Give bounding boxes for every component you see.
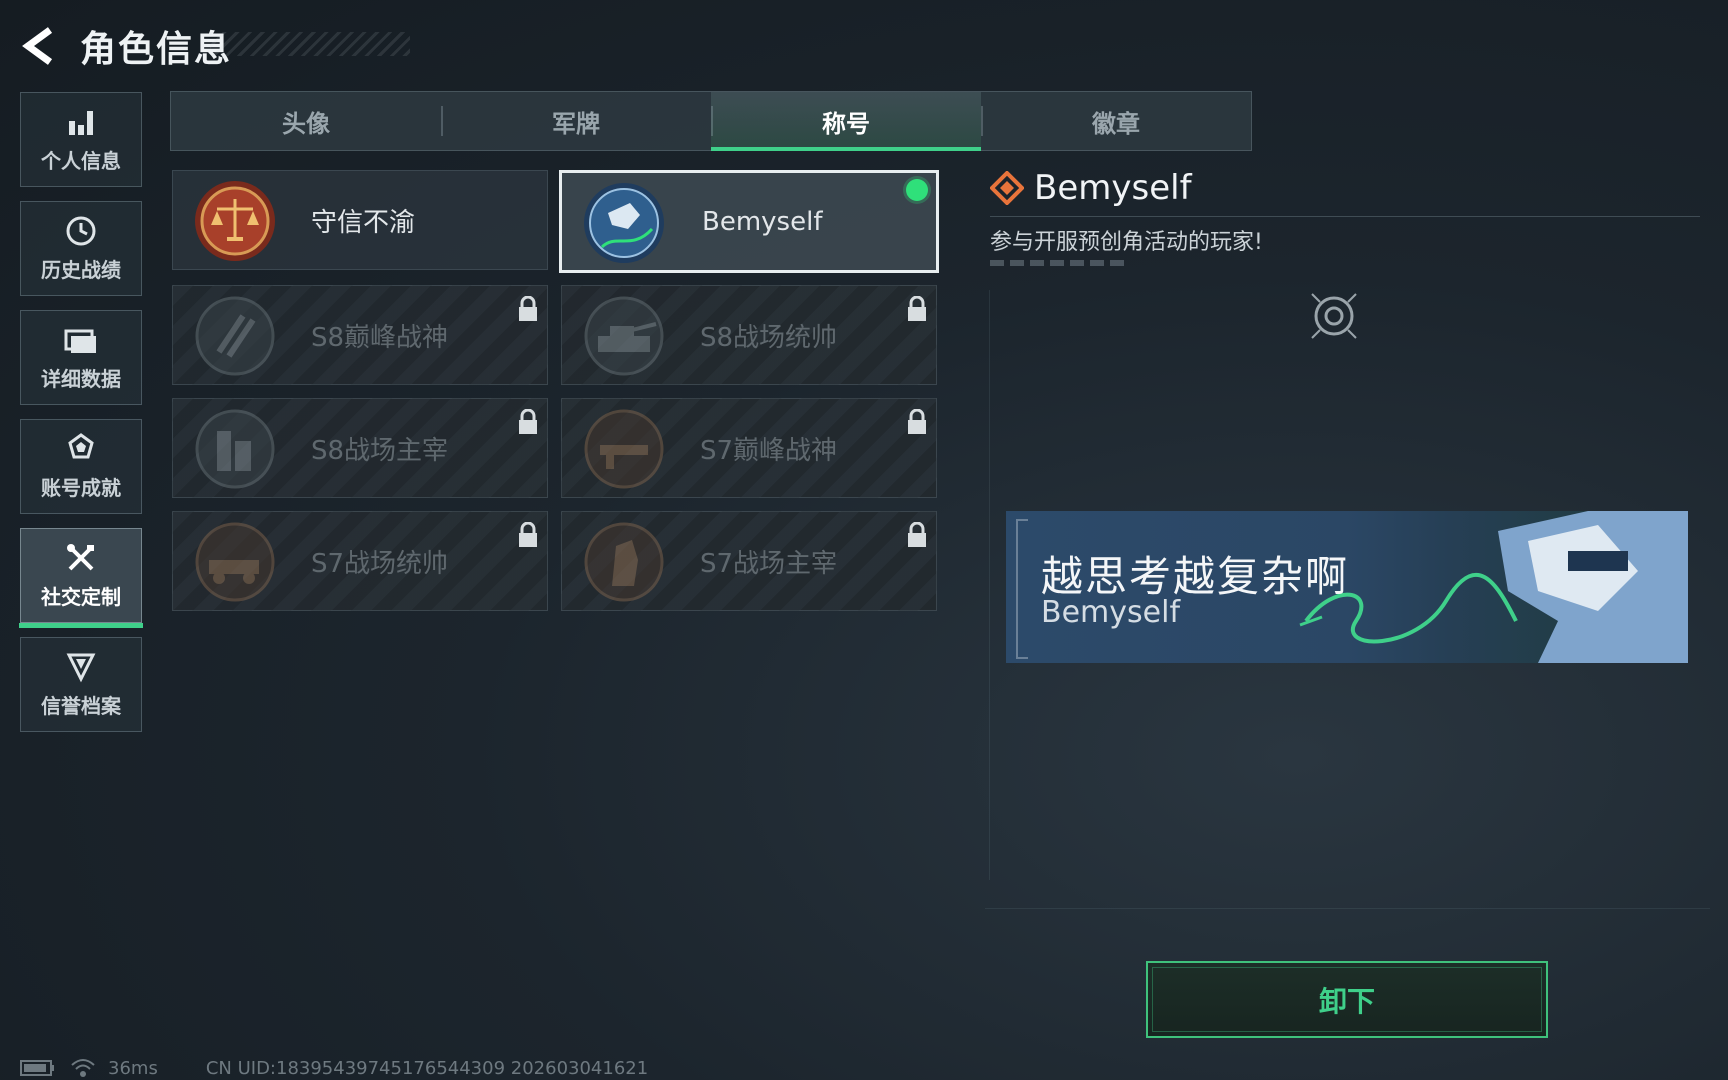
tab-badge[interactable]: 徽章 — [981, 92, 1251, 150]
title-card-locked[interactable]: S8战场统帅 — [561, 285, 937, 385]
lock-icon — [908, 409, 926, 434]
detail-description: 参与开服预创角活动的玩家! — [990, 230, 1263, 255]
title-card-locked[interactable]: S7巅峰战神 — [561, 398, 937, 498]
sidebar: 个人信息 历史战绩 详细数据 账号成就 社交定制 信誉档案 — [19, 92, 144, 746]
sidebar-item-profile[interactable]: 个人信息 — [20, 92, 142, 187]
tab-bar: 头像 军牌 称号 徽章 — [170, 91, 1252, 151]
unequip-button[interactable]: 卸下 — [1146, 961, 1548, 1038]
title-card-locked[interactable]: S8巅峰战神 — [172, 285, 548, 385]
title-card-locked[interactable]: S7战场统帅 — [172, 511, 548, 611]
sidebar-item-label: 信誉档案 — [41, 694, 121, 718]
sidebar-item-history[interactable]: 历史战绩 — [20, 201, 142, 296]
tab-dog-tag[interactable]: 军牌 — [441, 92, 711, 150]
back-arrow-icon[interactable] — [18, 24, 58, 68]
uid-text: CN UID:183954397451765443​09 20260304162… — [205, 1057, 649, 1079]
tab-avatar[interactable]: 头像 — [171, 92, 441, 150]
equipped-indicator — [906, 179, 928, 201]
detail-name: Bemyself — [1034, 168, 1192, 208]
sidebar-item-label: 个人信息 — [41, 149, 121, 173]
title-banner-preview: 越思考越复杂啊 Bemyself — [1006, 511, 1688, 663]
sidebar-item-label: 详细数据 — [41, 367, 121, 391]
target-icon — [1311, 293, 1357, 339]
title-card-label: S7巅峰战神 — [700, 435, 838, 466]
title-card-label: 守信不渝 — [311, 207, 416, 238]
sidebar-item-label: 历史战绩 — [41, 258, 121, 282]
title-card-label: S7战场统帅 — [311, 548, 449, 579]
diamond-icon — [990, 171, 1024, 205]
title-card-label: S7战场主宰 — [700, 548, 838, 579]
tank-emblem-icon — [584, 296, 664, 376]
banner-frame-decoration — [1016, 519, 1028, 659]
s7-battlefield-commander-emblem-icon — [195, 522, 275, 602]
title-card-label: S8巅峰战神 — [311, 322, 449, 353]
divider-line — [989, 290, 990, 880]
battlefield-ruler-emblem-icon — [195, 409, 275, 489]
detail-title: Bemyself — [990, 168, 1192, 208]
title-card-label: Bemyself — [702, 206, 823, 237]
scales-emblem-icon — [195, 181, 275, 261]
sidebar-item-label: 账号成就 — [41, 476, 121, 500]
title-card-label: S8战场统帅 — [700, 322, 838, 353]
history-clock-icon — [64, 214, 98, 248]
title-card-label: S8战场主宰 — [311, 435, 449, 466]
lock-icon — [519, 522, 537, 547]
title-card-locked[interactable]: S7战场主宰 — [561, 511, 937, 611]
sidebar-item-social-custom[interactable]: 社交定制 — [19, 528, 143, 628]
s7-battlefield-ruler-emblem-icon — [584, 522, 664, 602]
battery-icon — [20, 1060, 54, 1076]
divider-line — [985, 908, 1710, 909]
sidebar-item-label: 社交定制 — [41, 585, 121, 609]
title-card[interactable]: 守信不渝 — [172, 170, 548, 270]
sidebar-item-reputation[interactable]: 信誉档案 — [20, 637, 142, 732]
s7-peak-warrior-emblem-icon — [584, 409, 664, 489]
reputation-shield-icon — [64, 650, 98, 684]
sidebar-item-achievements[interactable]: 账号成就 — [20, 419, 142, 514]
title-decoration — [210, 32, 410, 56]
title-card-selected[interactable]: Bemyself — [559, 170, 939, 273]
peak-warrior-emblem-icon — [195, 296, 275, 376]
wrench-screwdriver-icon — [64, 541, 98, 575]
bar-chart-icon — [64, 105, 98, 139]
lock-icon — [908, 522, 926, 547]
ping-value: 36ms — [108, 1057, 158, 1079]
tab-title[interactable]: 称号 — [711, 92, 981, 151]
lock-icon — [519, 296, 537, 321]
folder-icon — [64, 323, 98, 357]
divider-line — [990, 216, 1700, 217]
lock-icon — [908, 296, 926, 321]
sidebar-item-stats[interactable]: 详细数据 — [20, 310, 142, 405]
bemyself-emblem-icon — [584, 183, 664, 263]
page-header: 角色信息 — [18, 18, 232, 74]
lock-icon — [519, 409, 537, 434]
title-card-locked[interactable]: S8战场主宰 — [172, 398, 548, 498]
decoration-bar — [990, 260, 1125, 266]
banner-subtitle: Bemyself — [1041, 595, 1180, 630]
achievement-icon — [64, 432, 98, 466]
wifi-icon — [71, 1059, 95, 1077]
status-footer: 36ms CN UID:183954397451765443​09 202603… — [20, 1056, 648, 1080]
